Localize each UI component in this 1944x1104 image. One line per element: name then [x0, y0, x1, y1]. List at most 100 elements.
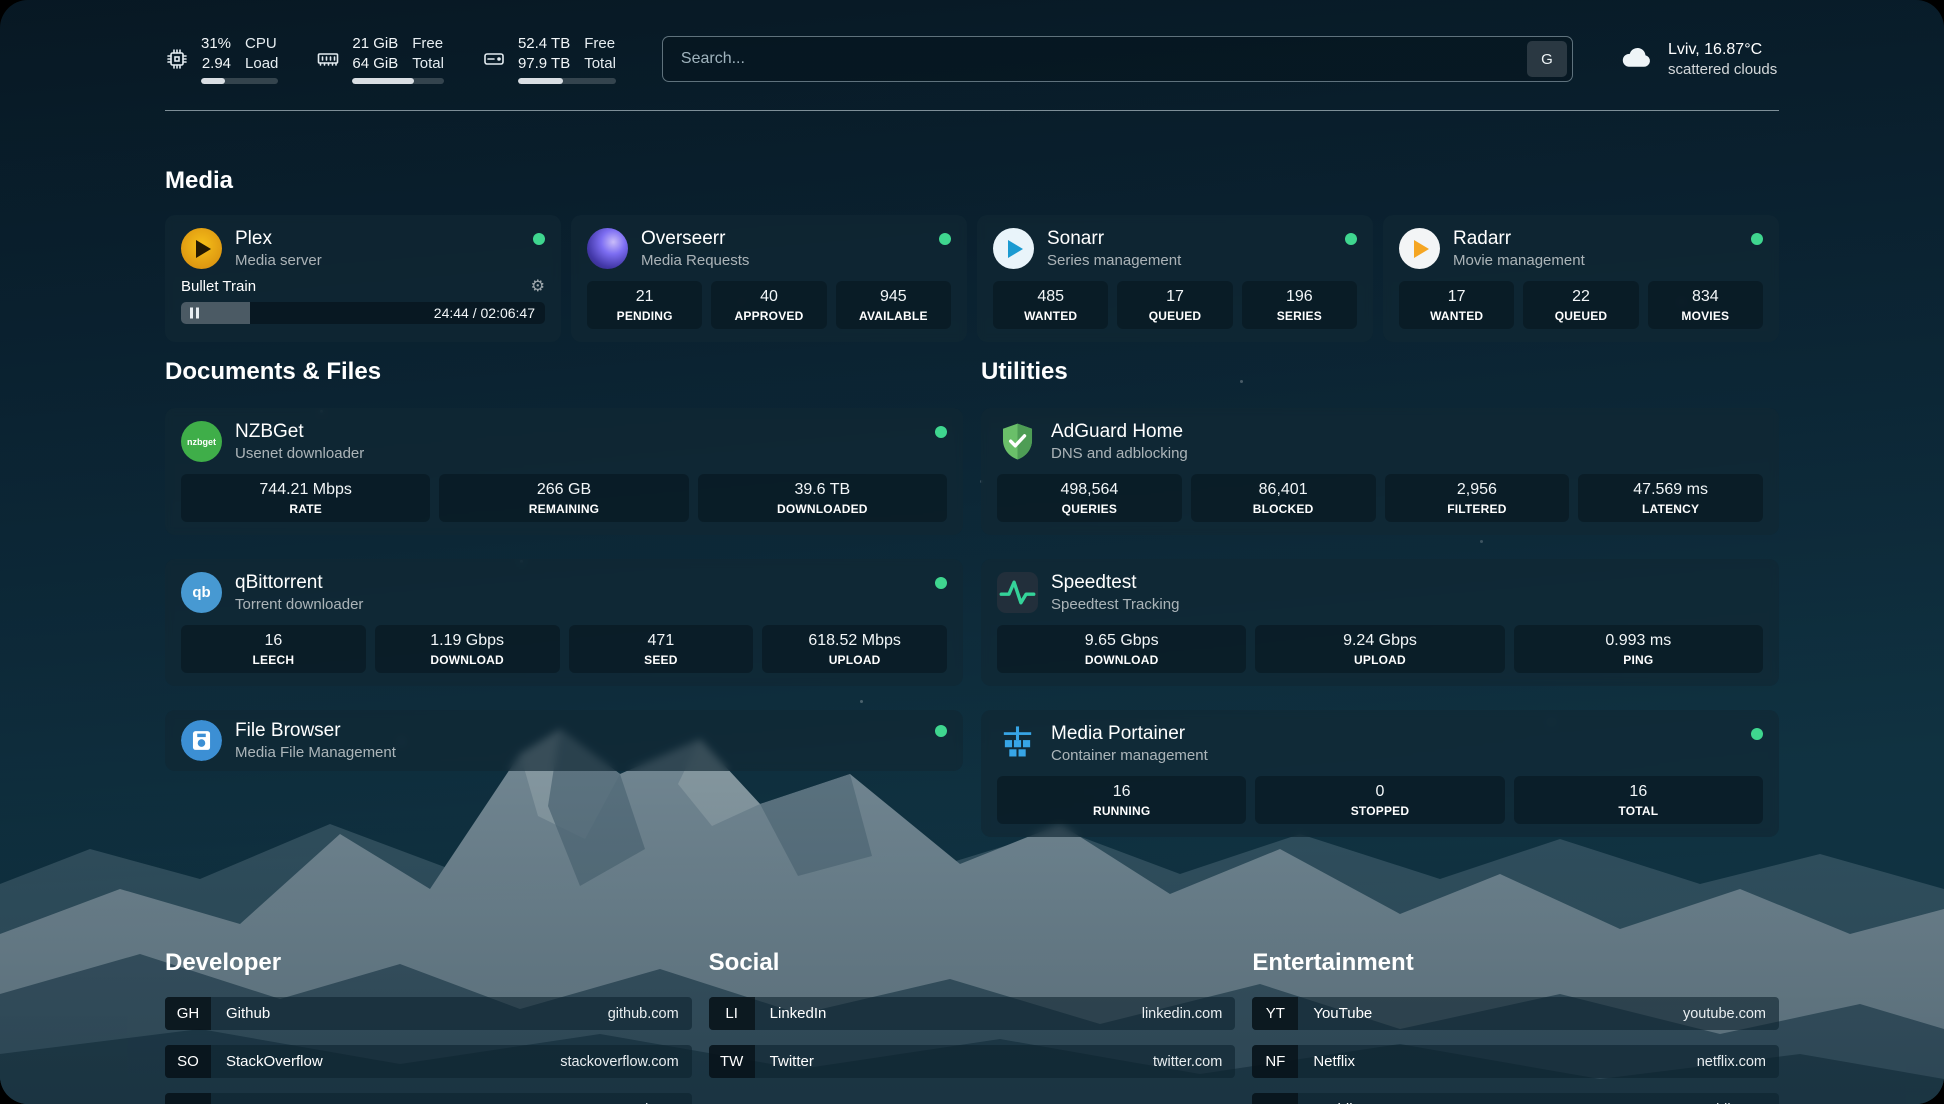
service-card-portainer[interactable]: Media Portainer Container management 16 …	[981, 710, 1779, 837]
bookmark-name: Github	[211, 1005, 270, 1022]
bookmark-linkedin[interactable]: LI LinkedIn linkedin.com	[709, 997, 1236, 1030]
bookmark-abbr: SO	[165, 1045, 211, 1078]
disk-free-label: Free	[584, 34, 615, 54]
service-card-adguard[interactable]: AdGuard Home DNS and adblocking 498,564 …	[981, 408, 1779, 535]
gear-icon[interactable]: ⚙	[531, 279, 545, 295]
disk-progress-fill	[518, 78, 563, 84]
search-engine-button[interactable]: G	[1527, 41, 1567, 77]
speedtest-pulse-icon	[997, 572, 1038, 613]
service-card-radarr[interactable]: Radarr Movie management 17 WANTED 22 QUE…	[1383, 215, 1779, 342]
bookmark-twitter[interactable]: TW Twitter twitter.com	[709, 1045, 1236, 1078]
bookmark-reddit[interactable]: RE Reddit reddit.com	[1252, 1093, 1779, 1104]
memory-total-value: 64 GiB	[352, 54, 398, 74]
bookmark-stackoverflow[interactable]: SO StackOverflow stackoverflow.com	[165, 1045, 692, 1078]
weather-widget: Lviv, 16.87°C scattered clouds	[1619, 39, 1779, 80]
stat-queries: 498,564 QUERIES	[997, 474, 1182, 522]
stat-blocked: 86,401 BLOCKED	[1191, 474, 1376, 522]
bookmark-group-entertainment: Entertainment YT YouTube youtube.com NF …	[1252, 893, 1779, 1104]
service-card-plex[interactable]: Plex Media server Bullet Train ⚙ 24:44 /…	[165, 215, 561, 342]
stat-downloaded: 39.6 TB DOWNLOADED	[698, 474, 947, 522]
stat-wanted: 17 WANTED	[1399, 281, 1514, 329]
bookmark-abbr: LI	[709, 997, 755, 1030]
stat-movies: 834 MOVIES	[1648, 281, 1763, 329]
disk-free-value: 52.4 TB	[518, 34, 570, 54]
stat-seed: 471 SEED	[569, 625, 754, 673]
overseerr-icon	[587, 228, 628, 269]
bookmark-youtube[interactable]: YT YouTube youtube.com	[1252, 997, 1779, 1030]
bookmark-url: linkedin.com	[1142, 1006, 1236, 1022]
cpu-load-label: Load	[245, 54, 278, 74]
bookmark-dev[interactable]: DT DEV dev.to	[165, 1093, 692, 1104]
stat-pending: 21 PENDING	[587, 281, 702, 329]
service-card-sonarr[interactable]: Sonarr Series management 485 WANTED 17 Q…	[977, 215, 1373, 342]
bookmark-github[interactable]: GH Github github.com	[165, 997, 692, 1030]
cpu-chip-icon	[165, 47, 189, 71]
bookmark-name: Netflix	[1298, 1053, 1355, 1070]
utilities-section: Utilities AdGuard Home DNS and	[981, 358, 1779, 837]
plex-icon	[181, 228, 222, 269]
filebrowser-icon	[181, 720, 222, 761]
bookmark-group-social: Social LI LinkedIn linkedin.com TW Twitt…	[709, 893, 1236, 1104]
bookmark-url: stackoverflow.com	[560, 1054, 691, 1070]
memory-progress-bar	[352, 78, 444, 84]
stat-available: 945 AVAILABLE	[836, 281, 951, 329]
stat-series: 196 SERIES	[1242, 281, 1357, 329]
bookmark-url: netflix.com	[1697, 1054, 1779, 1070]
bookmark-abbr: YT	[1252, 997, 1298, 1030]
stat-queued: 17 QUEUED	[1117, 281, 1232, 329]
cpu-load-value: 2.94	[202, 54, 231, 74]
stat-upload: 618.52 Mbps UPLOAD	[762, 625, 947, 673]
stat-queued: 22 QUEUED	[1523, 281, 1638, 329]
hard-drive-icon	[482, 47, 506, 71]
section-title-documents: Documents & Files	[165, 358, 963, 386]
app-subtitle: Speedtest Tracking	[1051, 596, 1179, 613]
online-status-dot	[1345, 233, 1357, 245]
documents-section: Documents & Files nzbget NZBGet Usenet d…	[165, 358, 963, 771]
stat-approved: 40 APPROVED	[711, 281, 826, 329]
nzbget-icon: nzbget	[181, 421, 222, 462]
online-status-dot	[1751, 233, 1763, 245]
service-card-qbittorrent[interactable]: qb qBittorrent Torrent downloader 16 LEE…	[165, 559, 963, 686]
app-name: Speedtest	[1051, 572, 1179, 594]
online-status-dot	[935, 577, 947, 589]
search-input[interactable]	[679, 49, 1527, 69]
stat-download: 9.65 Gbps DOWNLOAD	[997, 625, 1246, 673]
topbar-divider	[165, 110, 1779, 111]
app-subtitle: Series management	[1047, 252, 1181, 269]
pause-icon[interactable]	[190, 308, 199, 319]
memory-free-value: 21 GiB	[352, 34, 398, 54]
topbar: 31% 2.94 CPU Load	[165, 0, 1779, 84]
bookmark-url: github.com	[608, 1006, 692, 1022]
bookmark-name: LinkedIn	[755, 1005, 827, 1022]
qbittorrent-icon: qb	[181, 572, 222, 613]
memory-progress-fill	[352, 78, 413, 84]
service-card-nzbget[interactable]: nzbget NZBGet Usenet downloader 744.21 M…	[165, 408, 963, 535]
media-section: Plex Media server Bullet Train ⚙ 24:44 /…	[165, 215, 1779, 342]
bookmark-abbr: RE	[1252, 1093, 1298, 1104]
stat-total: 16 TOTAL	[1514, 776, 1763, 824]
app-subtitle: Usenet downloader	[235, 445, 364, 462]
app-name: NZBGet	[235, 421, 364, 443]
cpu-progress-bar	[201, 78, 278, 84]
memory-free-label: Free	[412, 34, 443, 54]
service-card-overseerr[interactable]: Overseerr Media Requests 21 PENDING 40 A…	[571, 215, 967, 342]
service-card-speedtest[interactable]: Speedtest Speedtest Tracking 9.65 Gbps D…	[981, 559, 1779, 686]
disk-total-label: Total	[584, 54, 616, 74]
stat-upload: 9.24 Gbps UPLOAD	[1255, 625, 1504, 673]
stat-running: 16 RUNNING	[997, 776, 1246, 824]
stat-stopped: 0 STOPPED	[1255, 776, 1504, 824]
stat-filtered: 2,956 FILTERED	[1385, 474, 1570, 522]
cpu-progress-fill	[201, 78, 225, 84]
section-title-utilities: Utilities	[981, 358, 1779, 386]
dashboard-screen: 31% 2.94 CPU Load	[0, 0, 1944, 1104]
stat-rate: 744.21 Mbps RATE	[181, 474, 430, 522]
radarr-icon	[1399, 228, 1440, 269]
app-subtitle: Media Requests	[641, 252, 749, 269]
app-name: Media Portainer	[1051, 723, 1208, 745]
playback-time: 24:44 / 02:06:47	[434, 305, 535, 321]
bookmark-netflix[interactable]: NF Netflix netflix.com	[1252, 1045, 1779, 1078]
bookmark-name: YouTube	[1298, 1005, 1372, 1022]
service-card-filebrowser[interactable]: File Browser Media File Management	[165, 710, 963, 771]
stat-remaining: 266 GB REMAINING	[439, 474, 688, 522]
stat-wanted: 485 WANTED	[993, 281, 1108, 329]
